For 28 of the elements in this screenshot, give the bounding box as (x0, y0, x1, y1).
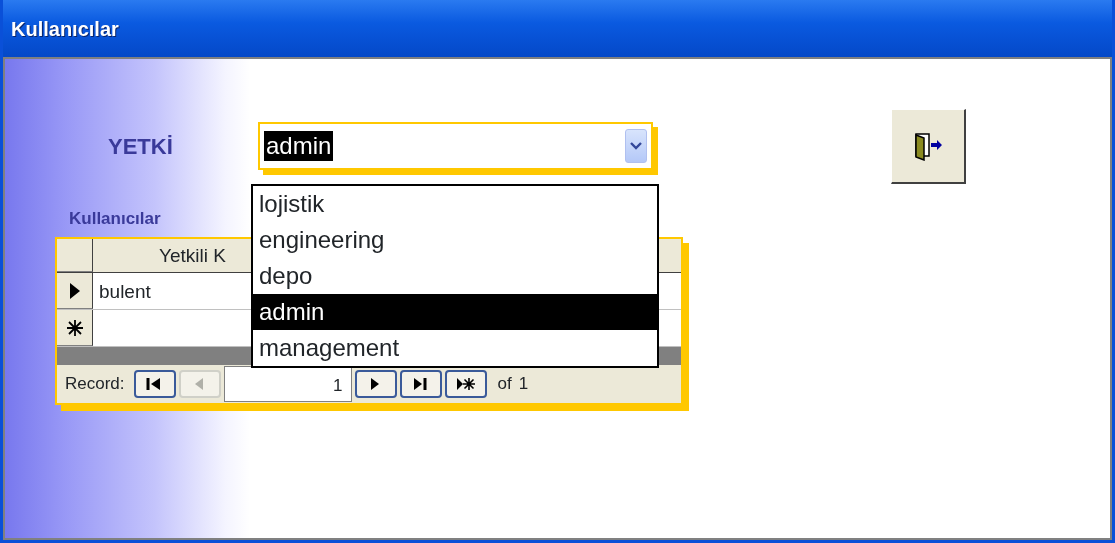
table-cell-text: bulent (99, 280, 151, 304)
record-number-field[interactable]: 1 (223, 366, 352, 402)
next-record-button[interactable] (354, 370, 397, 398)
subform-label: Kullanıcılar (69, 209, 161, 229)
record-label: Record: (65, 373, 125, 396)
field-label: YETKİ (108, 132, 174, 161)
door-arrow-icon (913, 130, 943, 161)
dropdown-option[interactable]: lojistik (253, 186, 657, 222)
dropdown-button[interactable] (625, 129, 647, 163)
row-selector[interactable] (57, 310, 93, 346)
selected-value: admin (264, 131, 334, 161)
dropdown-option[interactable]: depo (253, 258, 657, 294)
dropdown-option[interactable]: management (253, 330, 657, 366)
dropdown-option[interactable]: engineering (253, 222, 657, 258)
new-record-icon (65, 318, 84, 337)
chevron-down-icon (630, 142, 642, 150)
dropdown-option[interactable]: admin (253, 294, 657, 330)
window-title: Kullanıcılar (11, 16, 119, 42)
new-record-button[interactable] (444, 370, 487, 398)
row-selector[interactable] (57, 273, 93, 309)
record-of-label: of (497, 373, 512, 396)
last-record-button[interactable] (399, 370, 442, 398)
exit-button[interactable] (891, 108, 966, 184)
row-selector[interactable] (57, 239, 93, 272)
new-record-icon (455, 375, 476, 393)
column-header[interactable]: Yetkili K (159, 239, 226, 273)
record-total: 1 (518, 373, 529, 396)
first-record-button[interactable] (133, 370, 176, 398)
